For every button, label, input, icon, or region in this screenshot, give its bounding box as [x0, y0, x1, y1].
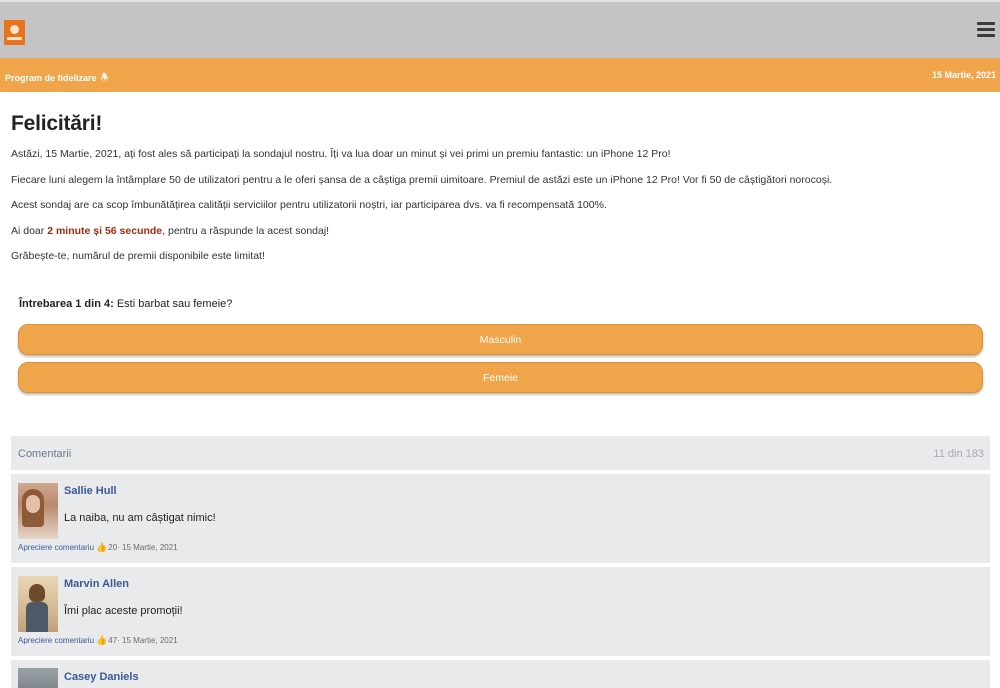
- urgency-paragraph: Grăbește-te, numărul de premii disponibi…: [11, 250, 265, 262]
- comment-author[interactable]: Sallie Hull: [64, 485, 117, 497]
- comment-item: Casey Daniels: [11, 660, 990, 688]
- main-content: Felicitări! Astăzi, 15 Martie, 2021, ați…: [11, 112, 991, 276]
- comment-text: La naiba, nu am câștigat nimic!: [64, 512, 216, 524]
- thumbs-up-icon: 👍: [96, 635, 108, 645]
- intro-paragraph-1: Astăzi, 15 Martie, 2021, ați fost ales s…: [11, 148, 671, 160]
- bell-icon: 🕭: [100, 72, 109, 82]
- page-title: Felicitări!: [11, 112, 103, 135]
- comments-title: Comentarii: [18, 448, 72, 460]
- question-number: Întrebarea 1 din 4:: [19, 298, 114, 310]
- avatar: [18, 483, 58, 539]
- timer-suffix: , pentru a răspunde la acest sondaj!: [162, 224, 330, 237]
- logo-base: [7, 37, 22, 40]
- comments-count: 11 din 183: [933, 448, 984, 460]
- comment-meta: Apreciere comentariu 👍 47 · 15 Martie, 2…: [18, 635, 178, 646]
- comment-meta: Apreciere comentariu 👍 20 · 15 Martie, 2…: [18, 542, 178, 553]
- intro-paragraph-2: Fiecare luni alegem la întâmplare 50 de …: [11, 173, 833, 186]
- hamburger-menu-icon[interactable]: [977, 22, 995, 38]
- answer-femeie-button[interactable]: Femeie: [18, 362, 983, 393]
- comment-item: Sallie Hull La naiba, nu am câștigat nim…: [11, 474, 990, 565]
- program-label-group: Program de fidelizare 🕭: [5, 70, 109, 86]
- survey-question: Întrebarea 1 din 4: Esti barbat sau feme…: [19, 298, 232, 310]
- program-label: Program de fidelizare: [5, 73, 97, 83]
- comment-author[interactable]: Marvin Allen: [64, 578, 129, 590]
- answer-masculin-button[interactable]: Masculin: [18, 324, 983, 355]
- program-bar: Program de fidelizare 🕭 15 Martie, 2021: [0, 58, 1000, 92]
- comment-date: · 15 Martie, 2021: [117, 543, 178, 552]
- like-count: 20: [108, 543, 118, 552]
- timer-prefix: Ai doar: [11, 224, 48, 237]
- comment-author[interactable]: Casey Daniels: [64, 671, 139, 683]
- question-text: Esti barbat sau femeie?: [113, 298, 233, 310]
- menu-line: [977, 34, 995, 37]
- comments-header: Comentarii 11 din 183: [11, 436, 990, 472]
- like-comment-link[interactable]: Apreciere comentariu: [18, 636, 94, 645]
- avatar: [18, 668, 58, 688]
- top-bar: [0, 0, 1000, 58]
- countdown-timer: 2 minute și 56 secunde: [47, 224, 163, 237]
- comment-date: · 15 Martie, 2021: [117, 636, 178, 645]
- header-date: 15 Martie, 2021: [931, 70, 996, 80]
- menu-line: [977, 28, 995, 31]
- thumbs-up-icon: 👍: [96, 542, 108, 552]
- comment-item: Marvin Allen Îmi plac aceste promoții! A…: [11, 567, 990, 658]
- avatar: [18, 576, 58, 632]
- like-comment-link[interactable]: Apreciere comentariu: [18, 543, 94, 552]
- logo-mark: [10, 25, 19, 34]
- like-count: 47: [108, 636, 118, 645]
- menu-line: [977, 22, 995, 25]
- intro-paragraph-3: Acest sondaj are ca scop îmbunătățirea c…: [11, 199, 607, 211]
- site-logo[interactable]: [4, 20, 25, 45]
- comment-text: Îmi plac aceste promoții!: [64, 605, 183, 617]
- timer-paragraph: Ai doar 2 minute și 56 secunde, pentru a…: [11, 225, 991, 251]
